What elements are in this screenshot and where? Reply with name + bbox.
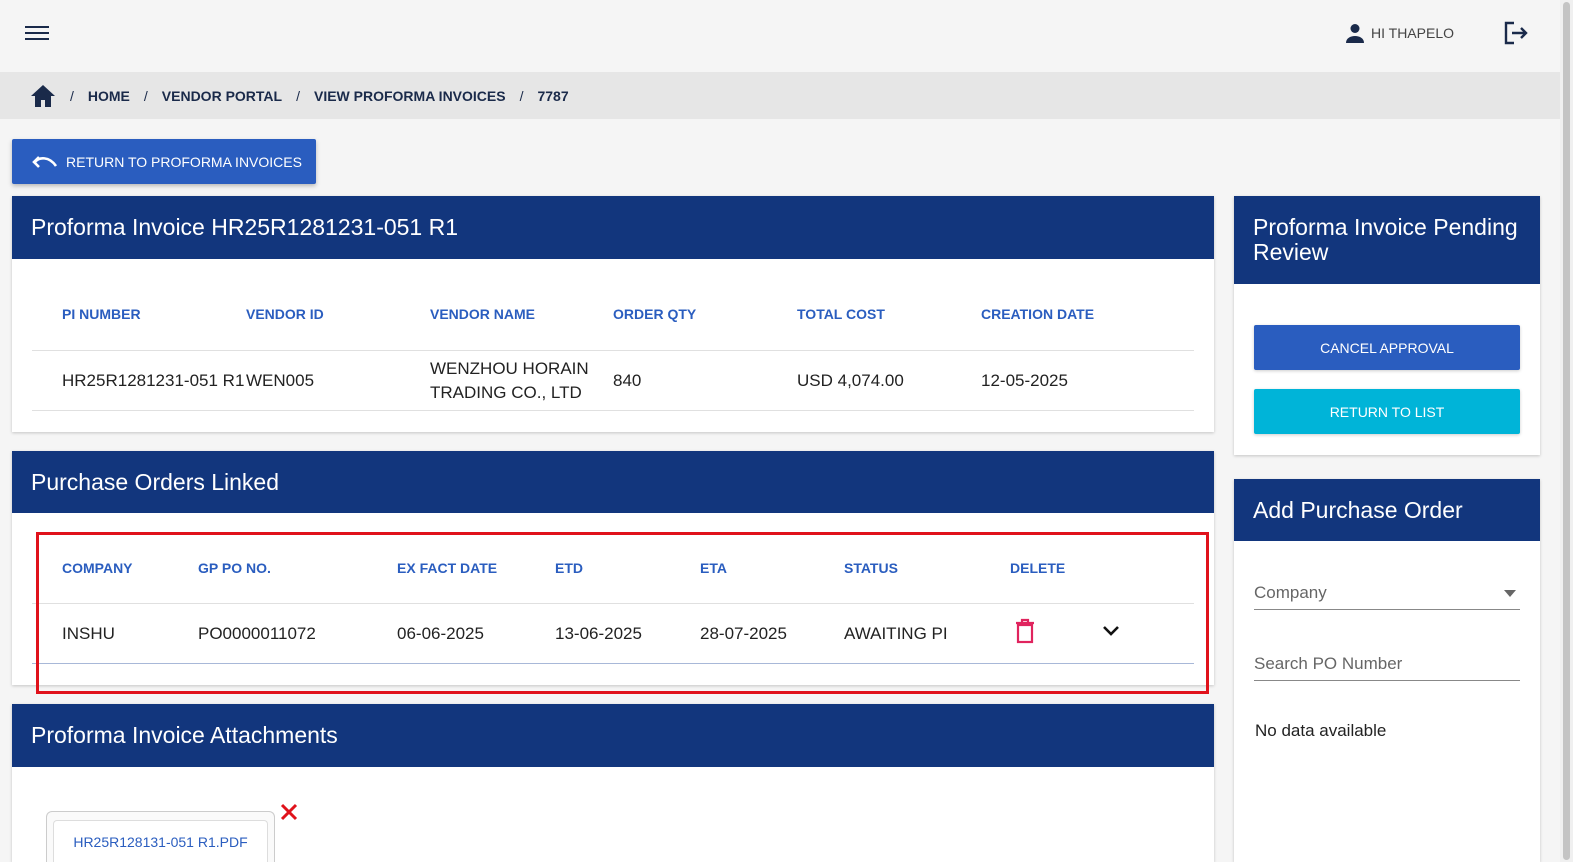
attachment-chip: HR25R128131-051 R1.PDF [46, 811, 275, 862]
trash-icon[interactable] [1014, 618, 1036, 644]
review-title: Proforma Invoice Pending Review [1234, 196, 1540, 284]
col-order-qty: ORDER QTY [613, 306, 697, 322]
col-ex-fact-date: EX FACT DATE [397, 560, 498, 576]
vendor-id-value: WEN005 [246, 371, 315, 390]
search-po-placeholder: Search PO Number [1254, 654, 1403, 673]
divider [32, 410, 1194, 411]
vendor-name-line2: TRADING CO., LTD [430, 383, 582, 402]
status-value: AWAITING PI [844, 624, 948, 643]
pi-number-value: HR25R1281231-051 R1 [62, 371, 245, 390]
undo-icon [32, 155, 58, 168]
company-select-placeholder: Company [1254, 583, 1327, 602]
attachments-title: Proforma Invoice Attachments [12, 704, 1214, 767]
home-icon[interactable] [30, 84, 56, 108]
return-to-proforma-invoices-button[interactable]: RETURN TO PROFORMA INVOICES [12, 139, 316, 184]
close-icon[interactable] [280, 803, 298, 821]
col-eta: ETA [700, 560, 727, 576]
greeting-text: HI THAPELO [1371, 25, 1454, 41]
top-bar: HI THAPELO [0, 0, 1560, 72]
add-purchase-order-title: Add Purchase Order [1234, 479, 1540, 541]
attachment-file-link[interactable]: HR25R128131-051 R1.PDF [53, 820, 268, 862]
col-delete: DELETE [1010, 560, 1066, 576]
breadcrumb: / HOME / VENDOR PORTAL / VIEW PROFORMA I… [0, 72, 1560, 119]
company-value: INSHU [62, 624, 115, 643]
eta-value: 28-07-2025 [700, 624, 787, 643]
col-status: STATUS [844, 560, 898, 576]
company-select[interactable]: Company [1254, 583, 1520, 610]
col-vendor-id: VENDOR ID [246, 306, 324, 322]
col-total-cost: TOTAL COST [797, 306, 885, 322]
purchase-orders-title: Purchase Orders Linked [12, 451, 1214, 513]
vendor-name-line1: WENZHOU HORAIN [430, 359, 589, 378]
total-cost-value: USD 4,074.00 [797, 371, 904, 390]
ex-fact-date-value: 06-06-2025 [397, 624, 484, 643]
creation-date-value: 12-05-2025 [981, 371, 1068, 390]
invoice-title: Proforma Invoice HR25R1281231-051 R1 [12, 196, 1214, 259]
col-pi-number: PI NUMBER [62, 306, 141, 322]
no-data-text: No data available [1255, 721, 1387, 740]
etd-value: 13-06-2025 [555, 624, 642, 643]
return-to-list-button[interactable]: RETURN TO LIST [1254, 389, 1520, 434]
col-etd: ETD [555, 560, 583, 576]
col-creation-date: CREATION DATE [981, 306, 1095, 322]
cancel-approval-button[interactable]: CANCEL APPROVAL [1254, 325, 1520, 370]
search-po-input[interactable]: Search PO Number [1254, 654, 1520, 681]
breadcrumb-vendor-portal[interactable]: VENDOR PORTAL [162, 88, 282, 104]
breadcrumb-view-proforma-invoices[interactable]: VIEW PROFORMA INVOICES [314, 88, 506, 104]
divider [32, 603, 1194, 604]
logout-icon[interactable] [1501, 19, 1529, 52]
order-qty-value: 840 [613, 371, 642, 390]
user-greeting: HI THAPELO [1343, 21, 1454, 45]
breadcrumb-current: 7787 [537, 87, 569, 104]
col-gp-po-no: GP PO NO. [198, 560, 271, 576]
chevron-down-icon[interactable] [1102, 624, 1120, 638]
caret-down-icon [1504, 590, 1516, 597]
breadcrumb-home[interactable]: HOME [88, 88, 130, 104]
col-company: COMPANY [62, 560, 133, 576]
po-number-value: PO0000011072 [198, 624, 316, 643]
col-vendor-name: VENDOR NAME [430, 306, 536, 322]
row-underline [32, 663, 1194, 664]
scrollbar[interactable] [1560, 0, 1573, 862]
divider [32, 350, 1194, 351]
return-button-label: RETURN TO PROFORMA INVOICES [66, 153, 302, 170]
user-icon [1346, 24, 1364, 43]
menu-icon[interactable] [25, 22, 49, 44]
